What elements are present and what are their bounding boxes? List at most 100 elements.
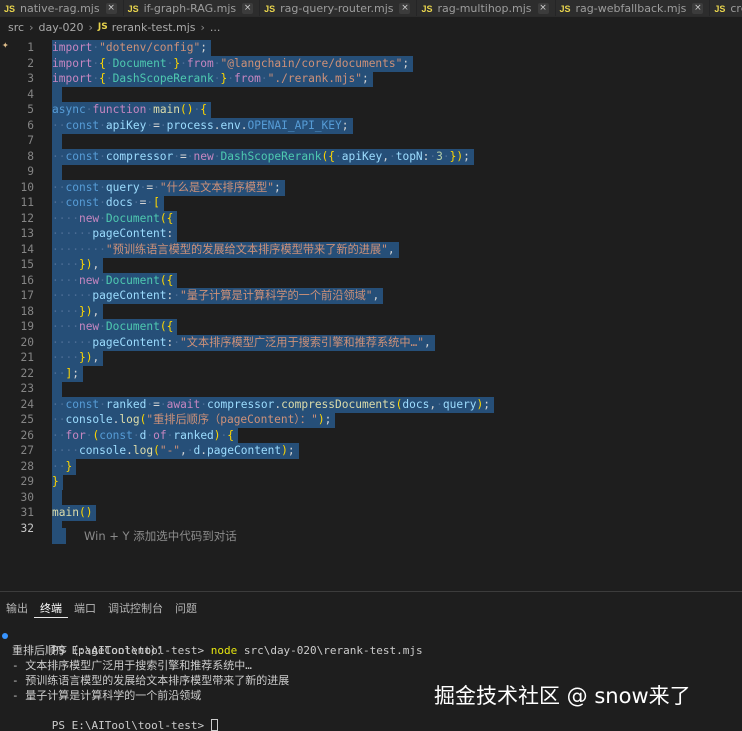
line-number: 12: [20, 211, 34, 225]
editor-tab-label: rag-multihop.mjs: [437, 2, 532, 15]
code-text: ····console.log("-",·d.pageContent);: [52, 443, 299, 459]
code-text: ····new·Document({: [52, 319, 178, 335]
close-icon[interactable]: ×: [399, 3, 411, 14]
code-line: 15 ····}),: [0, 257, 742, 273]
code-text: ··const·ranked·=·await·compressor.compre…: [52, 396, 495, 413]
code-editor[interactable]: ✦ 1 import·"dotenv/config"; 2 import·{·Docu…: [0, 38, 742, 590]
code-text: async·function·main()·{: [52, 102, 212, 118]
panel-tab[interactable]: 调试控制台: [102, 600, 169, 618]
line-number: 9: [27, 165, 34, 178]
line-number: 13: [20, 227, 34, 240]
line-number: 25: [20, 413, 34, 426]
editor-tab[interactable]: JS if-graph-RAG.mjs ×: [123, 0, 261, 16]
close-icon[interactable]: ×: [537, 3, 549, 14]
line-number: 4: [27, 87, 34, 101]
code-text: ······pageContent:·"文本排序模型广泛用于搜索引擎和推荐系统中…: [52, 334, 435, 351]
panel-tab[interactable]: 输出: [0, 600, 34, 618]
editor-tab[interactable]: JScreate.mjs×: [710, 0, 742, 16]
code-text: import·{·DashScopeRerank·}·from·"./reran…: [52, 71, 373, 87]
js-file-icon: JS: [97, 22, 108, 32]
code-text: import·"dotenv/config";: [52, 40, 211, 56]
code-text: import·{·Document·}·from·"@langchain/cor…: [52, 55, 414, 72]
js-file-icon: JS: [559, 3, 571, 14]
js-file-icon: JS: [714, 3, 726, 14]
line-number: 30: [20, 490, 34, 504]
code-line: 11 ··const·docs·=·[: [0, 195, 742, 211]
code-line: 9: [0, 164, 742, 180]
chevron-right-icon: ›: [88, 20, 93, 34]
terminal-output-line: - 文本排序模型广泛用于搜索引擎和推荐系统中…: [12, 659, 252, 672]
code-line: 23: [0, 381, 742, 397]
close-icon[interactable]: ×: [105, 3, 117, 14]
line-number: 5: [27, 103, 34, 116]
terminal-command-line: PS E:\AITool\tool-test> node src\day-020…: [0, 628, 742, 657]
js-file-icon: JS: [264, 3, 276, 14]
code-text: [52, 86, 62, 103]
line-number: 24: [20, 397, 34, 411]
code-line: 2 import·{·Document·}·from·"@langchain/co…: [0, 55, 742, 72]
editor-tab[interactable]: JS native-rag.mjs ×: [0, 0, 124, 16]
command-status-dot-icon[interactable]: [2, 633, 8, 639]
code-text: [52, 164, 62, 180]
editor-tab[interactable]: JS rag-multihop.mjs ×: [417, 0, 556, 16]
code-text: ····new·Document({: [52, 272, 178, 289]
code-text: }: [52, 474, 63, 490]
panel-tab[interactable]: 终端: [34, 600, 68, 618]
js-file-icon: JS: [127, 3, 139, 14]
editor-tab-label: create.mjs: [730, 2, 742, 15]
code-line: 26 ··for·(const·d·of·ranked)·{: [0, 427, 742, 444]
line-number: 17: [20, 289, 34, 302]
code-line: 1 import·"dotenv/config";: [0, 40, 742, 56]
code-text: main(): [52, 505, 97, 521]
terminal-cursor: [210, 719, 218, 731]
code-line: 12 ····new·Document({: [0, 210, 742, 227]
line-number: 7: [27, 134, 34, 147]
code-text: ··for·(const·d·of·ranked)·{: [52, 427, 239, 444]
code-line: 5 async·function·main()·{: [0, 102, 742, 118]
code-text: ··console.log("重排后顺序（pageContent）：");: [52, 412, 336, 428]
code-line: 6 ··const·apiKey·=·process.env.OPENAI_API…: [0, 117, 742, 134]
editor-tab[interactable]: JS rag-query-router.mjs ×: [260, 0, 418, 16]
editor-tab[interactable]: JS rag-webfallback.mjs ×: [555, 0, 711, 16]
code-text: ··const·query·=·"什么是文本排序模型";: [52, 179, 285, 196]
code-line: 14 ········"预训练语言模型的发展给文本排序模型带来了新的进展",: [0, 241, 742, 258]
line-number: 29: [20, 475, 34, 488]
chevron-right-icon: ›: [200, 20, 205, 34]
close-icon[interactable]: ×: [692, 3, 704, 14]
breadcrumb-symbol[interactable]: ...: [210, 21, 221, 34]
line-number: 2: [27, 56, 34, 70]
line-number: 18: [20, 304, 34, 318]
inline-chat-hint: Win + Y 添加选中代码到对话: [84, 529, 237, 543]
code-text: [52, 381, 62, 397]
code-text: ····}),: [52, 350, 104, 366]
close-icon[interactable]: ×: [242, 3, 254, 14]
breadcrumb-file[interactable]: rerank-test.mjs: [112, 21, 196, 34]
code-text: ······pageContent:: [52, 226, 178, 242]
code-text: ··}: [52, 458, 77, 475]
breadcrumb-src[interactable]: src: [8, 21, 24, 34]
editor-tab-bar: JS native-rag.mjs × JS if-graph-RAG.mjs × JS ra…: [0, 0, 742, 17]
line-number: 21: [20, 351, 34, 364]
code-text: ······pageContent:·"量子计算是计算科学的一个前沿领域",: [52, 288, 384, 304]
code-text: ··const·apiKey·=·process.env.OPENAI_API_…: [52, 117, 353, 134]
selection-highlight: [52, 528, 66, 544]
line-number: 8: [27, 149, 34, 163]
chevron-right-icon: ›: [29, 20, 34, 34]
panel-tab[interactable]: 端口: [68, 600, 102, 618]
breadcrumb-day-020[interactable]: day-020: [38, 21, 83, 34]
panel-tab-bar: 输出 终端 端口 调试控制台 问题: [0, 600, 203, 618]
panel-tab[interactable]: 问题: [169, 600, 203, 618]
code-text: ··];: [52, 365, 83, 382]
code-line: 3 import·{·DashScopeRerank·}·from·"./rera…: [0, 71, 742, 87]
code-text: ········"预训练语言模型的发展给文本排序模型带来了新的进展",: [52, 241, 399, 258]
code-line: 18 ····}),: [0, 303, 742, 320]
line-number: 22: [20, 366, 34, 380]
code-text: [52, 133, 62, 149]
line-number: 16: [20, 273, 34, 287]
code-text: ····}),: [52, 257, 104, 273]
line-number: 20: [20, 335, 34, 349]
code-line: 10 ··const·query·=·"什么是文本排序模型";: [0, 179, 742, 196]
code-line: 21 ····}),: [0, 350, 742, 366]
code-line: 31 main(): [0, 505, 742, 521]
code-line: 8 ··const·compressor·=·new·DashScopeReran…: [0, 148, 742, 165]
